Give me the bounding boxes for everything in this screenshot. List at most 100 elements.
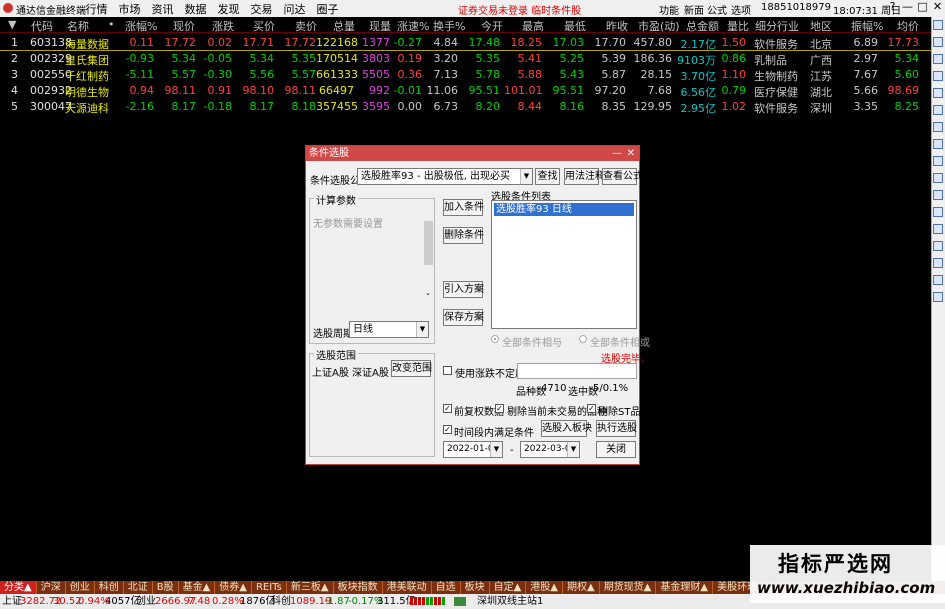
menu-item-data[interactable]: 数据 <box>179 1 212 17</box>
chevron-down-icon[interactable]: ▼ <box>520 169 532 184</box>
execute-button[interactable]: 执行选股 <box>596 420 637 437</box>
remove-st-checkbox[interactable]: ✓ <box>587 404 596 413</box>
toolbar-icon[interactable] <box>933 88 943 98</box>
toolbar-icon[interactable] <box>933 156 943 166</box>
add-condition-button[interactable]: 加入条件 <box>443 199 484 216</box>
toolbar-icon[interactable] <box>933 37 943 47</box>
col-cur-vol[interactable]: 现量 <box>369 18 391 34</box>
tab-hk-us-link[interactable]: 港美联动 <box>383 581 432 594</box>
tab-block-index[interactable]: 板块指数 <box>334 581 383 594</box>
delete-condition-button[interactable]: 删除条件 <box>443 227 484 244</box>
chevron-down-icon[interactable]: ▼ <box>416 322 428 337</box>
tab-bse[interactable]: 北证 <box>124 581 153 594</box>
tab-watchlist[interactable]: 自选 <box>432 581 461 594</box>
table-row[interactable]: 3 002550 千红制药 -5.11 5.57 -0.30 5.56 5.57… <box>0 67 931 83</box>
toolbar-icon[interactable] <box>933 105 943 115</box>
table-row[interactable]: 1 603138 海量数据 0.11 17.72 0.02 17.71 17.7… <box>0 35 931 51</box>
tab-fund[interactable]: 基金▲ <box>179 581 216 594</box>
col-name[interactable]: 名称 <box>67 18 89 34</box>
options-button[interactable]: 选项 <box>731 2 751 17</box>
radio-or[interactable] <box>579 335 587 343</box>
condition-list[interactable]: 选股胜率93 日线 <box>491 200 637 329</box>
user-phone[interactable]: 18851018979 <box>761 2 831 13</box>
dialog-minimize-icon[interactable]: — <box>612 146 622 161</box>
toolbar-icon[interactable] <box>933 139 943 149</box>
col-turnover[interactable]: 换手% <box>433 18 465 34</box>
tab-chinext[interactable]: 创业 <box>66 581 95 594</box>
date-to-select[interactable]: 2022-03-03 ▼ <box>520 441 580 458</box>
import-plan-button[interactable]: 引入方案 <box>443 281 484 298</box>
toolbar-icon[interactable] <box>933 190 943 200</box>
uncertain-input[interactable] <box>517 363 637 379</box>
tab-category[interactable]: 分类▲ <box>0 581 37 594</box>
view-formula-button[interactable]: 查看公式 <box>602 168 643 185</box>
condition-list-item[interactable]: 选股胜率93 日线 <box>494 203 634 216</box>
table-row[interactable]: 5 300047 天源迪科 -2.16 8.17 -0.18 8.17 8.18… <box>0 99 931 115</box>
col-avg[interactable]: 均价 <box>897 18 919 34</box>
dialog-close-icon[interactable]: ✕ <box>627 146 635 161</box>
menu-item-quotes[interactable]: 行情 <box>80 1 113 17</box>
col-ask[interactable]: 卖价 <box>295 18 317 34</box>
table-row[interactable]: 2 002329 皇氏集团 -0.93 5.34 -0.05 5.34 5.35… <box>0 51 931 67</box>
pre-adjust-checkbox[interactable]: ✓ <box>443 404 452 413</box>
to-block-button[interactable]: 选股入板块 <box>541 420 592 437</box>
news-button[interactable]: 新面 <box>684 2 704 17</box>
date-from-select[interactable]: 2022-01-01 ▼ <box>443 441 503 458</box>
tab-reits[interactable]: REITs <box>252 581 287 594</box>
col-prev-close[interactable]: 昨收 <box>606 18 628 34</box>
col-diff[interactable]: 涨跌 <box>212 18 234 34</box>
tab-wealth[interactable]: 基金理财▲ <box>656 581 714 594</box>
tab-b-share[interactable]: B股 <box>153 581 179 594</box>
server-name[interactable]: 深圳双线主站1 <box>477 594 543 609</box>
col-amount[interactable]: 总金额 <box>686 18 719 34</box>
table-row[interactable]: 4 002932 明德生物 0.94 98.11 0.91 98.10 98.1… <box>0 83 931 99</box>
help-button[interactable]: ? <box>885 0 900 16</box>
tab-star[interactable]: 科创 <box>95 581 124 594</box>
toolbar-icon[interactable] <box>933 241 943 251</box>
tab-bond[interactable]: 债券▲ <box>215 581 252 594</box>
col-region[interactable]: 地区 <box>810 18 832 34</box>
col-price[interactable]: 现价 <box>173 18 195 34</box>
col-code[interactable]: 代码 <box>31 18 53 34</box>
menu-item-news[interactable]: 资讯 <box>146 1 179 17</box>
toolbar-icon[interactable] <box>933 173 943 183</box>
save-plan-button[interactable]: 保存方案 <box>443 309 484 326</box>
col-vol-ratio[interactable]: 量比 <box>727 18 749 34</box>
promo-link[interactable]: 证券交易未登录 临时条件股 <box>458 2 581 17</box>
menu-item-market[interactable]: 市场 <box>113 1 146 17</box>
formula-select[interactable]: 选股胜率93 - 出股极低, 出现必买 ▼ <box>357 168 533 185</box>
tab-hk[interactable]: 港股▲ <box>526 581 563 594</box>
menu-item-circle[interactable]: 圈子 <box>311 1 344 17</box>
scroll-down-icon[interactable]: ⌄ <box>425 289 431 297</box>
tab-neeq[interactable]: 新三板▲ <box>287 581 334 594</box>
menu-item-discover[interactable]: 发现 <box>212 1 245 17</box>
toolbar-icon[interactable] <box>933 292 943 302</box>
col-pe[interactable]: 市盈(动) <box>638 18 680 34</box>
tab-block[interactable]: 板块 <box>461 581 490 594</box>
chevron-down-icon[interactable]: ▼ <box>490 442 502 457</box>
close-button[interactable]: ✕ <box>930 0 945 16</box>
toolbar-icon[interactable] <box>933 122 943 132</box>
toolbar-icon[interactable] <box>933 207 943 217</box>
toolbar-icon[interactable] <box>933 20 943 30</box>
toolbar-icon[interactable] <box>933 224 943 234</box>
maximize-button[interactable]: □ <box>915 0 930 16</box>
col-menu-icon[interactable]: ▼ <box>8 18 16 31</box>
close-dialog-button[interactable]: 关闭 <box>596 441 636 458</box>
scroll-thumb[interactable] <box>424 221 433 265</box>
usage-button[interactable]: 用法注释 <box>564 168 605 185</box>
tab-options[interactable]: 期权▲ <box>563 581 600 594</box>
radio-and[interactable] <box>491 335 499 343</box>
col-high[interactable]: 最高 <box>522 18 544 34</box>
col-low[interactable]: 最低 <box>564 18 586 34</box>
formula-button[interactable]: 公式 <box>707 2 727 17</box>
col-open[interactable]: 今开 <box>481 18 503 34</box>
use-uncertain-checkbox[interactable] <box>443 366 452 375</box>
period-select[interactable]: 日线 ▼ <box>349 321 429 338</box>
tab-hushen[interactable]: 沪深 <box>37 581 66 594</box>
remove-untraded-checkbox[interactable]: ✓ <box>495 404 504 413</box>
col-volume[interactable]: 总量 <box>333 18 355 34</box>
change-scope-button[interactable]: 改变范围 <box>391 360 432 377</box>
minimize-button[interactable]: — <box>900 0 915 16</box>
toolbar-icon[interactable] <box>933 258 943 268</box>
